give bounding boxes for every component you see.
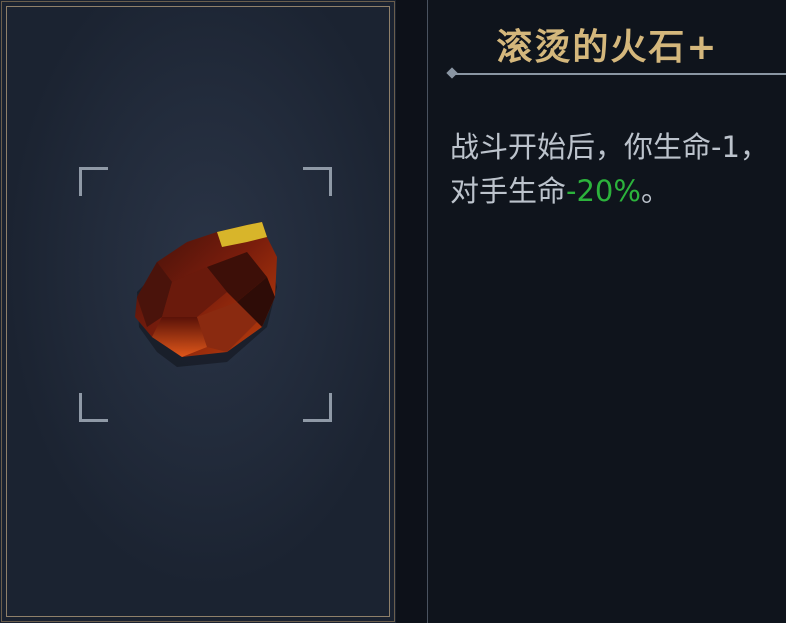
hot-flint-icon [135, 222, 277, 367]
item-name: 滚烫的火石+ [496, 27, 719, 68]
title-divider [452, 73, 786, 75]
focus-corner-bottom-right [303, 393, 332, 422]
focus-corner-top-left [79, 167, 108, 196]
focus-corner-bottom-left [79, 393, 108, 422]
item-detail-panel: 滚烫的火石+ 战斗开始后，你生命-1，对手生命-20%。 [427, 0, 786, 623]
card-art-frame [6, 6, 390, 617]
item-card[interactable] [0, 0, 396, 623]
item-description: 战斗开始后，你生命-1，对手生命-20%。 [450, 125, 780, 213]
description-highlight-value: -20% [566, 174, 641, 208]
description-suffix: 。 [640, 174, 670, 208]
focus-corner-top-right [303, 167, 332, 196]
